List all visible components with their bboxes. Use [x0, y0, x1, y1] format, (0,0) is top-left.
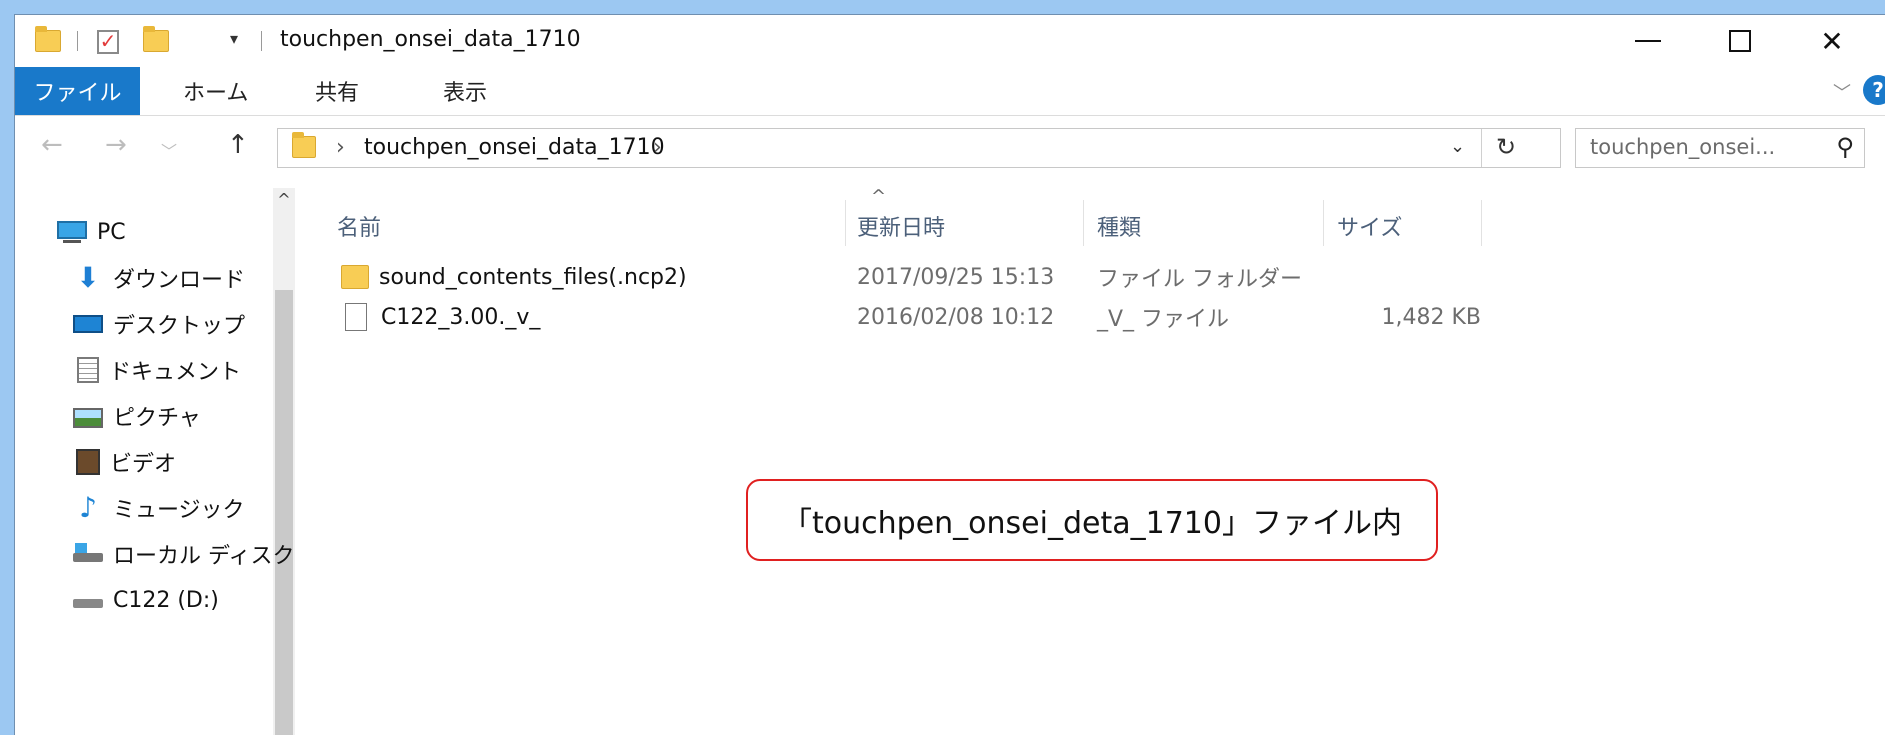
file-list: ^ 名前 更新日時 種類 サイズ sound_contents_files(.n… — [305, 180, 1885, 735]
navigation-pane: ^ PC ⬇ ダウンロード デスクトップ ドキュメント ピクチャ ビデオ ♪ ミ… — [15, 180, 305, 735]
folder-icon[interactable] — [35, 26, 61, 52]
column-header-modified[interactable]: 更新日時 — [857, 204, 945, 248]
separator — [261, 31, 262, 51]
sidebar-item-label: C122 (D:) — [113, 587, 219, 613]
column-header-name[interactable]: 名前 — [337, 204, 381, 248]
column-divider[interactable] — [845, 200, 846, 246]
search-input[interactable]: touchpen_onsei... ⚲ — [1575, 128, 1865, 168]
explorer-window: ✓ ▾ touchpen_onsei_data_1710 ✕ ファイル ホーム … — [14, 14, 1885, 735]
sidebar-item-pictures[interactable]: ピクチャ — [73, 396, 201, 436]
file-size — [1321, 257, 1481, 297]
sidebar-item-downloads[interactable]: ⬇ ダウンロード — [73, 258, 245, 298]
sidebar-item-label: ドキュメント — [109, 360, 242, 385]
sidebar-item-label: ダウンロード — [113, 268, 246, 293]
recent-locations-chevron-icon[interactable]: ﹀ — [161, 138, 177, 162]
properties-icon[interactable]: ✓ — [97, 30, 119, 54]
tab-home[interactable]: ホーム — [183, 67, 248, 115]
sidebar-item-drive-d[interactable]: C122 (D:) — [73, 580, 219, 620]
tab-share[interactable]: 共有 — [315, 67, 359, 115]
expand-ribbon-chevron-icon[interactable]: ﹀ — [1833, 79, 1851, 105]
drive-icon — [73, 587, 103, 613]
file-name: C122_3.00._v_ — [381, 304, 541, 330]
folder-icon — [341, 265, 369, 289]
sidebar-item-label: PC — [97, 219, 126, 245]
maximize-button[interactable] — [1695, 15, 1785, 67]
column-header-type[interactable]: 種類 — [1097, 204, 1141, 248]
quick-access-dropdown[interactable]: ▾ — [230, 29, 238, 48]
sidebar-item-documents[interactable]: ドキュメント — [73, 350, 241, 390]
column-divider[interactable] — [1323, 200, 1324, 246]
close-icon: ✕ — [1820, 24, 1844, 58]
table-row[interactable]: sound_contents_files(.ncp2) 2017/09/25 1… — [305, 257, 1885, 297]
chevron-down-icon[interactable]: ⌄ — [1450, 136, 1465, 157]
chevron-right-icon[interactable]: › — [336, 135, 345, 160]
close-button[interactable]: ✕ — [1787, 15, 1877, 67]
scroll-up-icon[interactable]: ^ — [273, 190, 295, 209]
music-icon: ♪ — [79, 491, 97, 524]
sidebar-item-label: ミュージック — [113, 498, 245, 523]
sidebar-item-local-disk[interactable]: ローカル ディスク — [73, 534, 294, 574]
help-icon[interactable]: ? — [1863, 75, 1885, 105]
file-name: sound_contents_files(.ncp2) — [379, 264, 687, 290]
documents-icon — [77, 357, 99, 383]
address-bar[interactable]: › touchpen_onsei_data_1710 › ⌄ ↻ — [277, 128, 1561, 168]
title-bar: ✓ ▾ touchpen_onsei_data_1710 ✕ — [15, 15, 1885, 67]
pc-icon — [57, 219, 87, 245]
annotation-callout: 「touchpen_onsei_deta_1710」ファイル内 — [746, 479, 1438, 561]
file-type: ファイル フォルダー — [1097, 267, 1302, 292]
column-header-size[interactable]: サイズ — [1337, 204, 1402, 248]
sidebar-item-pc[interactable]: PC — [57, 212, 126, 252]
sidebar-item-desktop[interactable]: デスクトップ — [73, 304, 245, 344]
divider — [1481, 129, 1482, 167]
sidebar-item-music[interactable]: ♪ ミュージック — [73, 488, 245, 528]
download-icon: ⬇ — [76, 261, 100, 294]
chevron-right-icon[interactable]: › — [653, 135, 662, 160]
new-folder-icon[interactable] — [143, 26, 169, 52]
sidebar-item-label: ローカル ディスク — [113, 544, 295, 569]
sidebar-item-label: ピクチャ — [113, 406, 201, 431]
breadcrumb[interactable]: touchpen_onsei_data_1710 — [364, 135, 665, 160]
file-name-cell[interactable]: sound_contents_files(.ncp2) — [341, 257, 687, 297]
minimize-icon — [1635, 40, 1661, 42]
modified-date: 2017/09/25 15:13 — [857, 264, 1055, 290]
column-divider[interactable] — [1083, 200, 1084, 246]
file-icon — [345, 303, 367, 331]
maximize-icon — [1729, 30, 1751, 52]
tab-view[interactable]: 表示 — [443, 67, 487, 115]
back-arrow-icon[interactable]: ← — [41, 130, 63, 160]
desktop-icon — [73, 311, 103, 337]
local-disk-icon — [73, 541, 103, 567]
sidebar-item-label: デスクトップ — [113, 314, 246, 339]
forward-arrow-icon[interactable]: → — [105, 130, 127, 160]
file-size: 1,482 KB — [1381, 304, 1482, 330]
column-divider[interactable] — [1481, 200, 1482, 246]
tab-file[interactable]: ファイル — [15, 67, 140, 115]
search-icon[interactable]: ⚲ — [1836, 133, 1854, 161]
search-placeholder: touchpen_onsei... — [1590, 135, 1776, 159]
window-title: touchpen_onsei_data_1710 — [280, 27, 581, 52]
folder-icon — [292, 132, 316, 158]
file-type: _V_ ファイル — [1097, 307, 1230, 332]
file-name-cell[interactable]: C122_3.00._v_ — [341, 297, 540, 337]
videos-icon — [76, 449, 100, 475]
minimize-button[interactable] — [1603, 15, 1693, 67]
sidebar-item-label: ビデオ — [110, 452, 177, 477]
scrollbar-thumb[interactable] — [275, 290, 293, 735]
navigation-bar: ← → ﹀ ↑ › touchpen_onsei_data_1710 › ⌄ ↻… — [15, 116, 1885, 178]
up-arrow-icon[interactable]: ↑ — [227, 130, 249, 160]
pictures-icon — [73, 407, 103, 428]
refresh-icon[interactable]: ↻ — [1496, 133, 1516, 161]
separator — [77, 31, 78, 51]
modified-date: 2016/02/08 10:12 — [857, 304, 1055, 330]
ribbon: ファイル ホーム 共有 表示 ﹀ ? — [15, 67, 1885, 116]
table-row[interactable]: C122_3.00._v_ 2016/02/08 10:12 _V_ ファイル … — [305, 297, 1885, 337]
sidebar-item-videos[interactable]: ビデオ — [73, 442, 176, 482]
